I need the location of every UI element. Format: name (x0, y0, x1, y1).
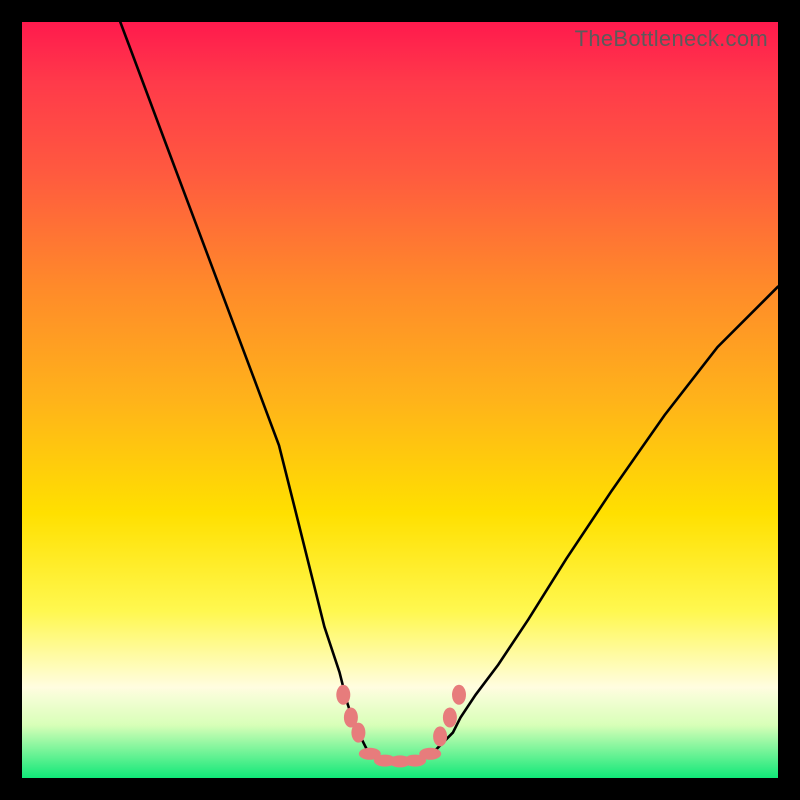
highlight-dot (433, 726, 447, 746)
chart-frame: TheBottleneck.com (0, 0, 800, 800)
plot-area: TheBottleneck.com (22, 22, 778, 778)
curve-left-branch (120, 22, 369, 755)
highlight-dot (443, 708, 457, 728)
highlight-dot (351, 723, 365, 743)
highlight-dot (452, 685, 466, 705)
highlight-dot (419, 748, 441, 760)
bottleneck-curve (22, 22, 778, 778)
curve-right-branch (430, 287, 778, 756)
highlight-dot (336, 685, 350, 705)
